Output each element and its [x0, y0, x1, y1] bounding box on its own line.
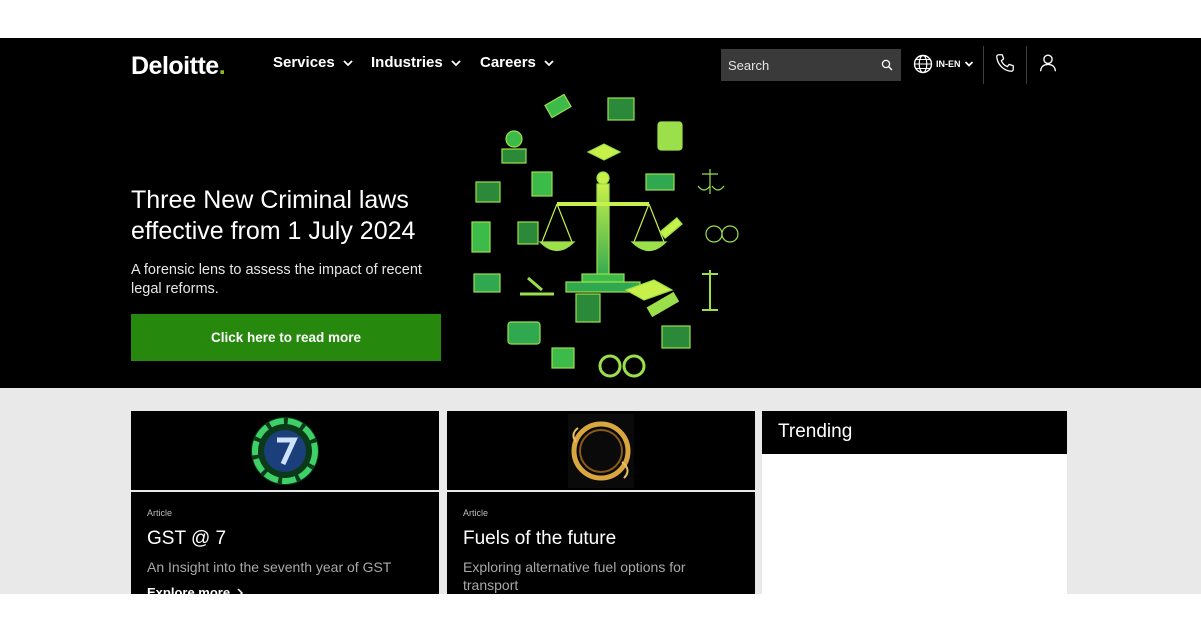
chevron-down-icon	[964, 61, 973, 67]
page: Deloitte. Services Industries Careers IN…	[0, 38, 1201, 594]
nav-industries[interactable]: Industries	[371, 54, 461, 71]
nav-services[interactable]: Services	[273, 54, 353, 71]
nav-careers[interactable]: Careers	[480, 54, 554, 71]
divider	[983, 46, 984, 84]
fuel-ring-image	[568, 413, 634, 488]
card-type: Article	[463, 508, 489, 518]
card-image	[131, 411, 439, 490]
hero-section: Deloitte. Services Industries Careers IN…	[0, 38, 1201, 388]
user-icon[interactable]	[1037, 52, 1059, 74]
card-title[interactable]: Fuels of the future	[463, 528, 616, 550]
hero-title: Three New Criminal laws effective from 1…	[131, 186, 416, 245]
search-input[interactable]	[728, 57, 868, 73]
search-box[interactable]	[721, 49, 901, 81]
chevron-right-icon	[237, 587, 244, 594]
chevron-down-icon	[544, 59, 554, 66]
explore-more-label: Explore more	[147, 585, 231, 594]
divider	[131, 490, 439, 492]
hero-subtitle: A forensic lens to assess the impact of …	[131, 262, 422, 297]
language-selector[interactable]: IN-EN	[913, 54, 974, 74]
card-description: An Insight into the seventh year of GST	[147, 559, 392, 575]
chevron-down-icon	[343, 59, 353, 66]
divider	[1026, 46, 1027, 84]
article-card-gst[interactable]: Article GST @ 7 An Insight into the seve…	[131, 411, 439, 594]
gst-seven-image	[251, 416, 319, 485]
divider	[447, 490, 755, 492]
nav-careers-label: Careers	[480, 54, 536, 71]
card-title[interactable]: GST @ 7	[147, 528, 226, 550]
card-type: Article	[147, 508, 173, 518]
search-icon[interactable]	[881, 59, 893, 71]
legal-illustration	[471, 94, 739, 378]
card-image	[447, 411, 755, 490]
trending-title: Trending	[762, 411, 1067, 454]
chevron-down-icon	[451, 59, 461, 66]
trending-panel: Trending	[762, 411, 1067, 594]
read-more-button[interactable]: Click here to read more	[131, 314, 441, 361]
explore-more-link[interactable]: Explore more	[147, 585, 244, 594]
nav-services-label: Services	[273, 54, 335, 71]
phone-icon[interactable]	[994, 52, 1016, 74]
article-card-fuels[interactable]: Article Fuels of the future Exploring al…	[447, 411, 755, 594]
nav-industries-label: Industries	[371, 54, 443, 71]
deloitte-logo[interactable]: Deloitte.	[131, 52, 226, 81]
card-description: Exploring alternative fuel options for t…	[463, 559, 686, 593]
globe-icon	[913, 54, 933, 74]
language-label: IN-EN	[936, 59, 961, 69]
